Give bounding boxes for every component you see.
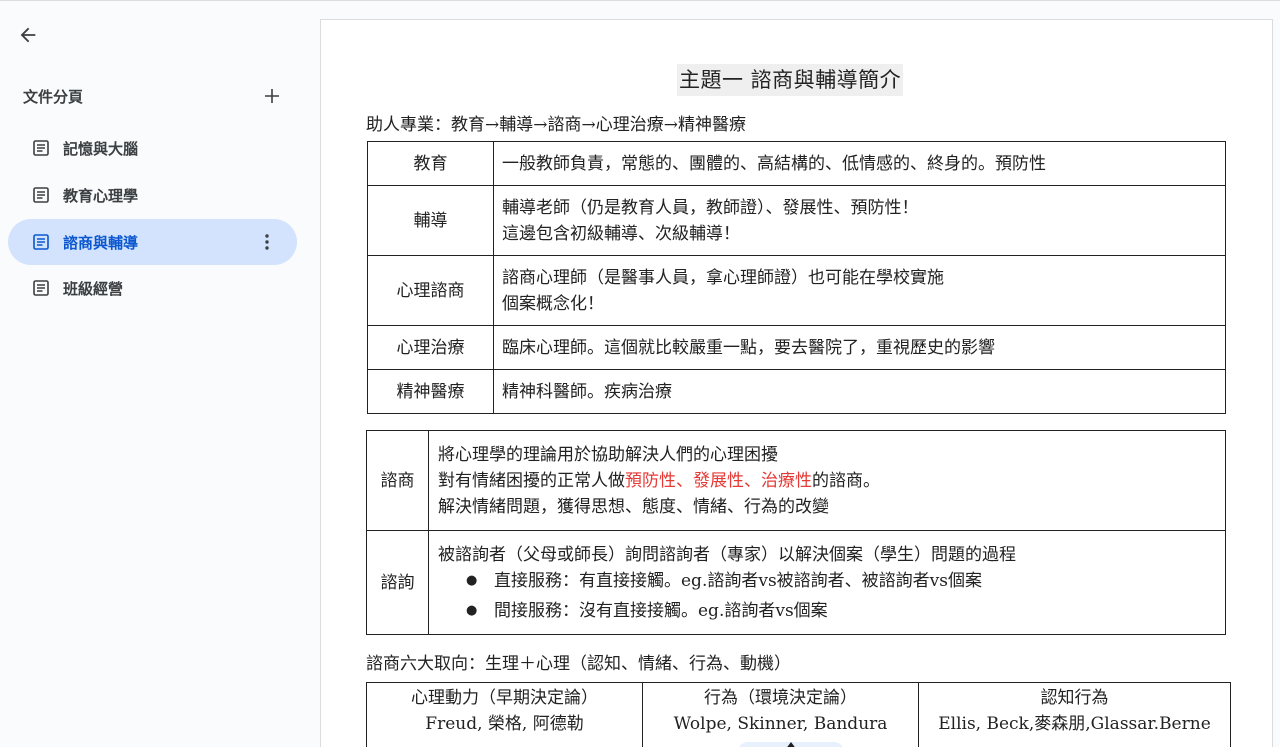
document-page[interactable]: 主題一 諮商與輔導簡介 助人專業：教育→輔導→諮商→心理治療→精神醫療 教育 一…	[320, 19, 1273, 747]
document-icon	[32, 186, 50, 204]
table-cell-value: 諮商心理師（是醫事人員，拿心理師證）也可能在學校實施 個案概念化！	[493, 255, 1226, 326]
cell-line: 諮商心理師（是醫事人員，拿心理師證）也可能在學校實施	[502, 267, 944, 288]
table-row: 心理治療 臨床心理師。這個就比較嚴重一點，要去醫院了，重視歷史的影響	[367, 325, 1226, 370]
table-cell-key: 輔導	[367, 185, 494, 256]
cell-line: 解決情緒問題，獲得思想、態度、情緒、行為的改變	[438, 496, 829, 517]
approach-head: 行為（環境決定論）	[704, 688, 857, 708]
document-icon	[32, 233, 50, 251]
table-row: 諮詢 被諮詢者（父母或師長）詢問諮詢者（專家）以解決個案（學生）問題的過程 直接…	[366, 530, 1226, 635]
table-row: 心理諮商 諮商心理師（是醫事人員，拿心理師證）也可能在學校實施 個案概念化！	[367, 255, 1226, 326]
table-row: 心理動力（早期決定論） Freud, 榮格, 阿德勒 行為（環境決定論） Wolpe…	[366, 682, 1231, 747]
table-cell-value: 被諮詢者（父母或師長）詢問諮詢者（專家）以解決個案（學生）問題的過程 直接服務：…	[428, 530, 1226, 635]
plus-icon	[265, 89, 279, 103]
arrow-up-icon	[787, 742, 795, 747]
highlighted-text: 預防性、發展性、治療性	[625, 470, 812, 491]
approach-names: Wolpe, Skinner, Bandura	[673, 714, 888, 734]
cell-line: 將心理學的理論用於協助解決人們的心理困擾	[438, 444, 778, 465]
sidebar-item-label: 教育心理學	[63, 187, 139, 205]
approach-names: Freud, 榮格, 阿德勒	[425, 714, 584, 734]
table-cell-value: 精神科醫師。疾病治療	[493, 369, 1226, 414]
scroll-up-button[interactable]	[738, 742, 844, 747]
bullet-item: 直接服務：有直接接觸。eg.諮詢者vs被諮詢者、被諮詢者vs個案	[466, 568, 1225, 594]
document-title: 主題一 諮商與輔導簡介	[677, 64, 904, 96]
intro-line: 助人專業：教育→輔導→諮商→心理治療→精神醫療	[366, 115, 746, 135]
cell-line: 對有情緒困擾的正常人做	[438, 470, 625, 491]
sidebar-item-label: 諮商與輔導	[63, 234, 139, 252]
sidebar-item-classroom-management[interactable]: 班級經營	[8, 265, 297, 311]
sidebar-item-label: 記憶與大腦	[63, 140, 139, 158]
document-icon	[32, 139, 50, 157]
table-cell-key: 心理諮商	[367, 255, 494, 326]
approach-names: Ellis, Beck,麥森朋,Glassar.Berne	[938, 714, 1211, 734]
table-row: 輔導 輔導老師（仍是教育人員，教師證）、發展性、預防性！ 這邊包含初級輔導、次級輔…	[367, 185, 1226, 256]
table-cell-value: 一般教師負責，常態的、團體的、高結構的、低情感的、終身的。預防性	[493, 141, 1226, 186]
table-cell-key: 諮詢	[366, 530, 429, 635]
counseling-consultation-table: 諮商 將心理學的理論用於協助解決人們的心理困擾 對有情緒困擾的正常人做預防性、發…	[366, 430, 1226, 635]
table-row: 教育 一般教師負責，常態的、團體的、高結構的、低情感的、終身的。預防性	[367, 141, 1226, 186]
approach-cell: 行為（環境決定論） Wolpe, Skinner, Bandura	[642, 682, 919, 747]
table-row: 諮商 將心理學的理論用於協助解決人們的心理困擾 對有情緒困擾的正常人做預防性、發…	[366, 430, 1226, 531]
table-cell-key: 心理治療	[367, 325, 494, 370]
sidebar: 文件分頁 記憶與大腦 教育心理學 諮商與輔導 班級經營	[0, 1, 310, 747]
helping-professions-table: 教育 一般教師負責，常態的、團體的、高結構的、低情感的、終身的。預防性 輔導 輔…	[367, 141, 1226, 414]
table-cell-value: 輔導老師（仍是教育人員，教師證）、發展性、預防性！ 這邊包含初級輔導、次級輔導！	[493, 185, 1226, 256]
add-tab-button[interactable]	[261, 85, 283, 107]
table-row: 精神醫療 精神科醫師。疾病治療	[367, 369, 1226, 414]
approaches-table: 心理動力（早期決定論） Freud, 榮格, 阿德勒 行為（環境決定論） Wolpe…	[366, 682, 1231, 747]
cell-line: 這邊包含初級輔導、次級輔導！	[502, 223, 740, 244]
table-cell-key: 精神醫療	[367, 369, 494, 414]
cell-line: 個案概念化！	[502, 293, 604, 314]
back-arrow-icon[interactable]	[12, 19, 44, 51]
cell-line: 被諮詢者（父母或師長）詢問諮詢者（專家）以解決個案（學生）問題的過程	[438, 544, 1016, 565]
approach-cell: 心理動力（早期決定論） Freud, 榮格, 阿德勒	[366, 682, 643, 747]
table-cell-key: 諮商	[366, 430, 429, 531]
cell-line: 一般教師負責，常態的、團體的、高結構的、低情感的、終身的。預防性	[502, 153, 1046, 174]
sidebar-item-counseling-guidance[interactable]: 諮商與輔導	[8, 219, 297, 265]
bullet-item: 間接服務：沒有直接接觸。eg.諮詢者vs個案	[466, 598, 1225, 624]
document-tabs-header: 文件分頁	[23, 85, 283, 107]
table-cell-key: 教育	[367, 141, 494, 186]
document-tabs-title: 文件分頁	[23, 88, 84, 106]
cell-line: 輔導老師（仍是教育人員，教師證）、發展性、預防性！	[502, 197, 919, 218]
approach-head: 認知行為	[1040, 688, 1109, 708]
table-cell-value: 臨床心理師。這個就比較嚴重一點，要去醫院了，重視歷史的影響	[493, 325, 1226, 370]
sidebar-item-educational-psychology[interactable]: 教育心理學	[8, 172, 297, 218]
approach-cell: 認知行為 Ellis, Beck,麥森朋,Glassar.Berne	[918, 682, 1231, 747]
sidebar-item-label: 班級經營	[63, 280, 124, 298]
document-icon	[32, 279, 50, 297]
six-approaches-line: 諮商六大取向：生理＋心理（認知、情緒、行為、動機）	[366, 654, 791, 674]
sidebar-item-memory-brain[interactable]: 記憶與大腦	[8, 125, 297, 171]
cell-line: 精神科醫師。疾病治療	[502, 381, 672, 402]
cell-line: 的諮商。	[812, 470, 880, 491]
table-cell-value: 將心理學的理論用於協助解決人們的心理困擾 對有情緒困擾的正常人做預防性、發展性、…	[428, 430, 1226, 531]
approach-head: 心理動力（早期決定論）	[411, 688, 598, 708]
more-vert-icon[interactable]	[257, 231, 277, 253]
cell-line: 臨床心理師。這個就比較嚴重一點，要去醫院了，重視歷史的影響	[502, 337, 995, 358]
